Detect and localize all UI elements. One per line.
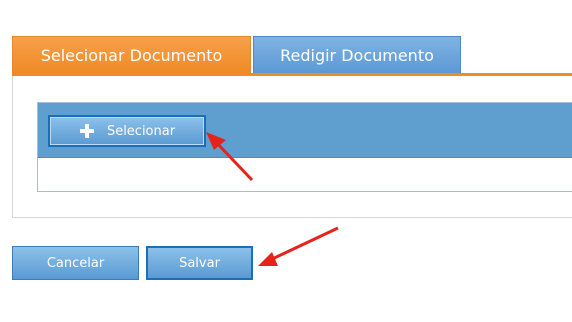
tab-redigir-documento[interactable]: Redigir Documento [253,36,461,74]
cancel-button[interactable]: Cancelar [12,246,139,280]
save-label: Salvar [179,255,220,271]
annotation-arrow-save [258,226,339,266]
cancel-label: Cancelar [46,255,105,271]
select-file-button[interactable]: Selecionar [48,115,206,147]
document-dialog: Selecionar Documento Redigir Documento S… [0,0,572,322]
select-file-label: Selecionar [106,123,176,139]
save-button[interactable]: Salvar [146,246,253,280]
plus-icon [79,123,95,139]
tab-label: Redigir Documento [280,46,434,65]
tab-selecionar-documento[interactable]: Selecionar Documento [12,36,251,74]
upload-toolbar: Selecionar [38,103,572,158]
file-upload-box: Selecionar [37,102,572,192]
tab-label: Selecionar Documento [40,46,223,65]
